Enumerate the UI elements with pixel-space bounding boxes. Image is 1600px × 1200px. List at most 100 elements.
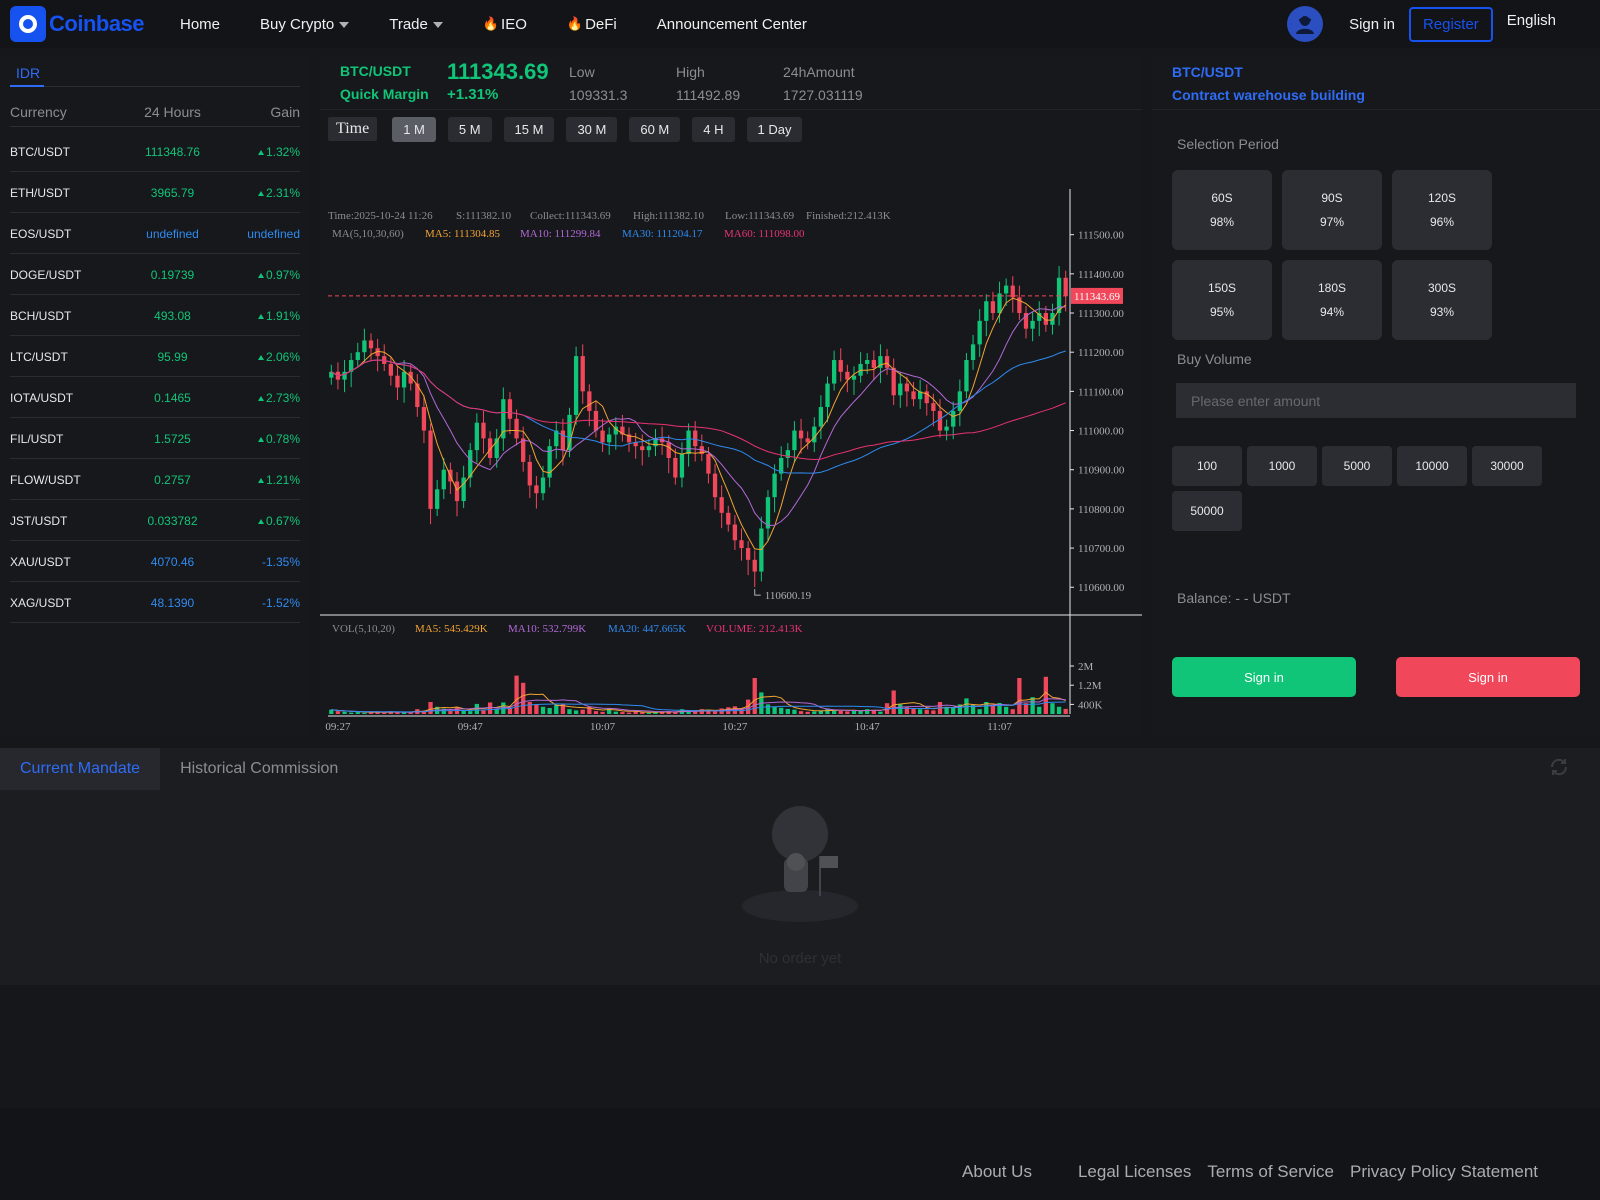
- volume-bar: [335, 711, 341, 714]
- candle-body: [951, 410, 956, 427]
- tab-current-mandate[interactable]: Current Mandate: [0, 748, 161, 790]
- time-label[interactable]: Time: [328, 117, 378, 141]
- flame-icon: 🔥: [566, 16, 584, 31]
- volume-bar: [494, 709, 499, 714]
- period-button[interactable]: 15 M: [503, 116, 555, 142]
- period-button[interactable]: 5 M: [447, 116, 492, 142]
- volume-bar: [600, 711, 605, 714]
- ma60-legend: MA60: 111098.00: [724, 228, 805, 240]
- period-button[interactable]: 30 M: [566, 116, 618, 142]
- ticker-amount-value: 1727.031119: [783, 87, 863, 103]
- period-card[interactable]: 90S 97%: [1282, 170, 1382, 250]
- chart-info-low: Low:111343.69: [725, 210, 795, 222]
- refresh-icon[interactable]: [1548, 756, 1570, 778]
- brand-logo[interactable]: Coinbase: [10, 6, 160, 42]
- period-rate: 93%: [1429, 305, 1455, 319]
- language-selector[interactable]: English: [1507, 12, 1556, 29]
- period-card[interactable]: 300S 93%: [1392, 260, 1492, 340]
- volume-bar: [878, 711, 883, 714]
- period-button[interactable]: 60 M: [629, 116, 681, 142]
- volume-bar: [1056, 706, 1062, 714]
- market-row[interactable]: ETH/USDT 3965.79 2.31%: [10, 173, 300, 213]
- nav-defi[interactable]: 🔥 DeFi: [567, 16, 617, 33]
- market-row[interactable]: XAG/USDT 48.1390 -1.52%: [10, 583, 300, 623]
- market-row[interactable]: FIL/USDT 1.5725 0.78%: [10, 419, 300, 459]
- market-gain-value: 0.78%: [265, 431, 300, 446]
- market-row[interactable]: DOGE/USDT 0.19739 0.97%: [10, 255, 300, 295]
- market-row[interactable]: FLOW/USDT 0.2757 1.21%: [10, 460, 300, 500]
- amount-preset-button[interactable]: 1000: [1247, 446, 1317, 486]
- candle-body: [798, 430, 804, 439]
- volume-bar: [613, 711, 618, 714]
- market-row[interactable]: LTC/USDT 95.99 2.06%: [10, 337, 300, 377]
- candlestick-chart[interactable]: 111500.00 111400.00 111300.00 111200.00 1111…: [320, 149, 1142, 737]
- candle-body: [752, 559, 757, 572]
- market-row[interactable]: IOTA/USDT 0.1465 2.73%: [10, 378, 300, 418]
- volume-bar: [924, 709, 929, 714]
- orders-panel: Current Mandate Historical Commission No…: [0, 748, 1600, 985]
- market-tab-idr[interactable]: IDR: [10, 63, 300, 87]
- candle-body: [646, 446, 652, 451]
- signin-link[interactable]: Sign in: [1349, 16, 1395, 33]
- market-row[interactable]: BCH/USDT 493.08 1.91%: [10, 296, 300, 336]
- amount-preset-button[interactable]: 30000: [1472, 446, 1542, 486]
- ticker-high-value: 111492.89: [676, 87, 741, 103]
- nav-ieo[interactable]: 🔥 IEO: [483, 16, 527, 33]
- market-gain: 1.21%: [225, 473, 300, 487]
- footer-legal-licenses[interactable]: Legal Licenses: [1078, 1162, 1191, 1182]
- market-list-header: Currency 24 Hours Gain: [10, 97, 300, 127]
- candle-body: [898, 383, 903, 396]
- period-card[interactable]: 180S 94%: [1282, 260, 1382, 340]
- candle-body: [355, 352, 360, 361]
- candle-body: [772, 473, 777, 498]
- footer-privacy-policy[interactable]: Privacy Policy Statement: [1350, 1162, 1538, 1182]
- market-list-panel: IDR Currency 24 Hours Gain BTC/USDT 11134…: [0, 55, 310, 737]
- volume-bar: [554, 704, 559, 714]
- period-card[interactable]: 120S 96%: [1392, 170, 1492, 250]
- market-row[interactable]: EOS/USDT undefined undefined: [10, 214, 300, 254]
- candle-body: [865, 360, 870, 364]
- period-card[interactable]: 60S 98%: [1172, 170, 1272, 250]
- tab-historical-commission[interactable]: Historical Commission: [160, 748, 358, 790]
- volume-bar: [838, 710, 843, 714]
- up-arrow-icon: [257, 272, 264, 278]
- user-avatar-icon[interactable]: [1287, 6, 1324, 42]
- candle-body: [1003, 285, 1009, 294]
- amount-preset-button[interactable]: 10000: [1397, 446, 1467, 486]
- balance-text: Balance: - - USDT: [1177, 590, 1291, 606]
- candle-body: [454, 481, 460, 502]
- buy-down-button[interactable]: Sign in: [1396, 657, 1580, 697]
- market-price: 111348.76: [145, 144, 200, 159]
- nav-announcement-center[interactable]: Announcement Center: [657, 16, 807, 33]
- chart-info-s: S:111382.10: [456, 210, 512, 222]
- nav-trade[interactable]: Trade: [389, 16, 443, 33]
- time-axis-label: 10:47: [855, 721, 881, 733]
- market-row[interactable]: JST/USDT 0.033782 0.67%: [10, 501, 300, 541]
- amount-preset-button[interactable]: 50000: [1172, 491, 1242, 531]
- buy-up-button[interactable]: Sign in: [1172, 657, 1356, 697]
- register-button[interactable]: Register: [1408, 6, 1493, 42]
- period-button[interactable]: 1 Day: [746, 116, 803, 142]
- period-rate: 95%: [1209, 305, 1235, 319]
- amount-preset-button[interactable]: 5000: [1322, 446, 1392, 486]
- up-arrow-icon: [257, 354, 264, 360]
- footer-about-us[interactable]: About Us: [962, 1162, 1032, 1182]
- period-button[interactable]: 4 H: [692, 116, 735, 142]
- candle-body: [600, 430, 605, 443]
- amount-preset-button[interactable]: 100: [1172, 446, 1242, 486]
- volume-bar: [468, 711, 473, 714]
- candle-body: [792, 430, 797, 451]
- amount-input[interactable]: [1176, 383, 1576, 418]
- period-button[interactable]: 1 M: [392, 116, 436, 142]
- footer-terms-of-service[interactable]: Terms of Service: [1207, 1162, 1334, 1182]
- candle-body: [825, 383, 830, 408]
- nav-home[interactable]: Home: [180, 16, 220, 33]
- period-card[interactable]: 150S 95%: [1172, 260, 1272, 340]
- ma10-legend: MA10: 111299.84: [520, 228, 601, 240]
- candle-body: [521, 438, 526, 462]
- header-currency: Currency: [10, 103, 67, 120]
- market-row[interactable]: XAU/USDT 4070.46 -1.35%: [10, 542, 300, 582]
- price-axis-label: 111300.00: [1078, 308, 1124, 320]
- nav-buy-crypto[interactable]: Buy Crypto: [260, 16, 350, 33]
- market-row[interactable]: BTC/USDT 111348.76 1.32%: [10, 132, 300, 172]
